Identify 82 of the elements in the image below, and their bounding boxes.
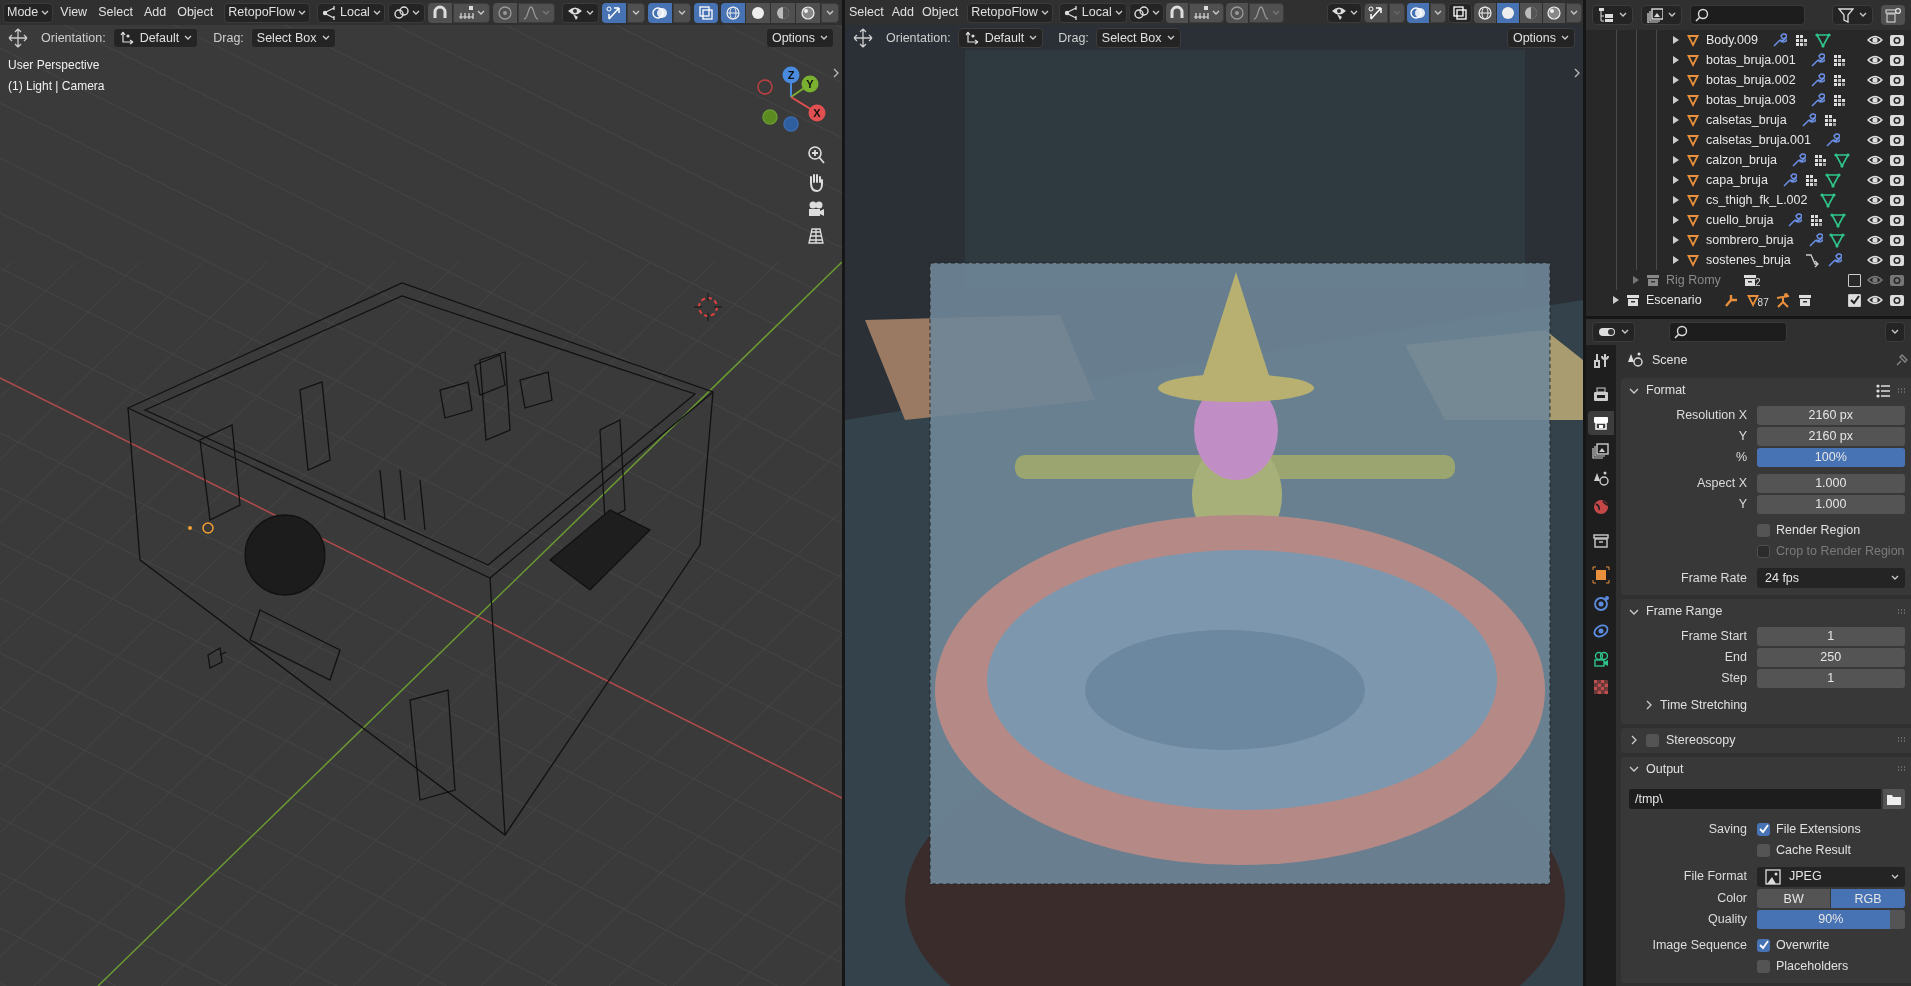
field-label: Resolution X <box>1675 407 1747 425</box>
viewport-info-text: (1) Light | Camera <box>8 78 105 95</box>
checkbox-label[interactable]: Render Region <box>1776 521 1861 540</box>
menu-item[interactable]: Add <box>139 3 171 22</box>
checkbox-label[interactable]: Placeholders <box>1776 956 1849 976</box>
menu-item[interactable]: View <box>56 3 92 22</box>
object-name[interactable]: calsetas_bruja <box>1706 110 1787 130</box>
options-dropdown[interactable]: Options <box>1506 28 1575 48</box>
addon-dropdown[interactable]: RetopoFlow <box>224 2 310 23</box>
checkbox-label[interactable]: Overwrite <box>1776 935 1830 955</box>
object-name[interactable]: botas_bruja.003 <box>1706 90 1796 110</box>
number-field[interactable]: 2160 px <box>1757 427 1905 446</box>
number-field[interactable]: 2160 px <box>1757 406 1905 425</box>
number-field[interactable]: 1.000 <box>1757 495 1905 514</box>
subpanel-title[interactable]: Time Stretching <box>1660 696 1748 715</box>
number-field[interactable]: 1 <box>1757 627 1905 646</box>
field-label: Drag: <box>1058 29 1089 47</box>
object-name[interactable]: cuello_bruja <box>1706 210 1774 230</box>
field-label: Step <box>1720 670 1747 688</box>
dropdown[interactable]: JPEG <box>1757 866 1905 887</box>
drag-dropdown[interactable]: Select Box <box>250 28 336 48</box>
field-label: Frame Start <box>1680 628 1747 646</box>
menu-item[interactable]: Add <box>888 3 917 22</box>
field-label: End <box>1723 649 1747 667</box>
addon-dropdown[interactable]: RetopoFlow <box>967 2 1053 23</box>
menu-item[interactable]: Object <box>173 3 218 22</box>
number-field[interactable]: 1 <box>1757 669 1905 688</box>
object-name[interactable]: botas_bruja.002 <box>1706 70 1796 90</box>
object-name[interactable]: sostenes_bruja <box>1706 250 1791 270</box>
field-label: Aspect X <box>1695 475 1747 493</box>
field-label: Color <box>1716 889 1747 907</box>
axis-handle[interactable]: X <box>790 96 826 122</box>
number-field[interactable]: 1.000 <box>1757 474 1905 493</box>
options-dropdown[interactable]: Options <box>765 28 834 48</box>
checkbox-label[interactable]: Cache Result <box>1776 840 1852 860</box>
field-label: % <box>1734 449 1747 467</box>
field-label: Frame Rate <box>1680 569 1747 587</box>
pivot-dropdown[interactable]: Local <box>1058 2 1127 23</box>
object-name[interactable]: capa_bruja <box>1706 170 1768 190</box>
object-name[interactable]: calsetas_bruja.001 <box>1706 130 1811 150</box>
collection-name[interactable]: Rig Romy <box>1666 270 1721 290</box>
field-label: File Format <box>1682 868 1747 886</box>
object-name[interactable]: sombrero_bruja <box>1706 230 1794 250</box>
viewport-info-text: User Perspective <box>8 57 101 74</box>
toggle-button[interactable]: RGB <box>1831 888 1905 908</box>
slider[interactable]: 90% <box>1757 909 1905 929</box>
panel-title[interactable]: Stereoscopy <box>1666 730 1736 750</box>
panel-title[interactable]: Frame Range <box>1646 602 1723 621</box>
field-label: Drag: <box>213 29 244 47</box>
field-label: Quality <box>1707 910 1747 928</box>
field-label: Y <box>1737 428 1747 446</box>
mode-dropdown[interactable]: Mode <box>3 2 54 23</box>
field-label: Orientation: <box>41 29 106 47</box>
orientation-dropdown[interactable]: Default <box>112 28 199 48</box>
drag-dropdown[interactable]: Select Box <box>1095 28 1181 48</box>
field-label: Saving <box>1707 820 1747 838</box>
panel-title[interactable]: Output <box>1646 759 1684 779</box>
toggle-button[interactable]: BW <box>1757 888 1831 908</box>
menu-item[interactable]: Select <box>94 3 137 22</box>
object-name[interactable]: Body.009 <box>1706 30 1758 50</box>
object-name[interactable]: botas_bruja.001 <box>1706 50 1796 70</box>
panel-title[interactable]: Format <box>1646 381 1686 400</box>
path-field[interactable]: /tmp\ <box>1629 788 1881 809</box>
dropdown[interactable]: 24 fps <box>1757 568 1905 588</box>
breadcrumb-text: Scene <box>1652 351 1688 369</box>
menu-item[interactable]: Select <box>846 3 887 22</box>
field-label: Image Sequence <box>1651 936 1747 954</box>
collection-name[interactable]: Escenario <box>1646 290 1702 310</box>
menu-item[interactable]: Object <box>919 3 962 22</box>
object-name[interactable]: cs_thigh_fk_L.002 <box>1706 190 1808 210</box>
badge-count: 87 <box>1757 298 1769 308</box>
field-label: Orientation: <box>886 29 951 47</box>
checkbox-label[interactable]: File Extensions <box>1776 819 1861 839</box>
icon-badge[interactable]: 2 <box>1741 272 1761 288</box>
orientation-dropdown[interactable]: Default <box>957 28 1044 48</box>
icon-badge[interactable]: 87 <box>1744 292 1769 308</box>
field-label: Y <box>1737 496 1747 514</box>
badge-count: 2 <box>1754 278 1761 288</box>
number-field[interactable]: 250 <box>1757 648 1905 667</box>
slider[interactable]: 100% <box>1757 448 1905 467</box>
pivot-dropdown[interactable]: Local <box>317 2 385 23</box>
object-name[interactable]: calzon_bruja <box>1706 150 1777 170</box>
